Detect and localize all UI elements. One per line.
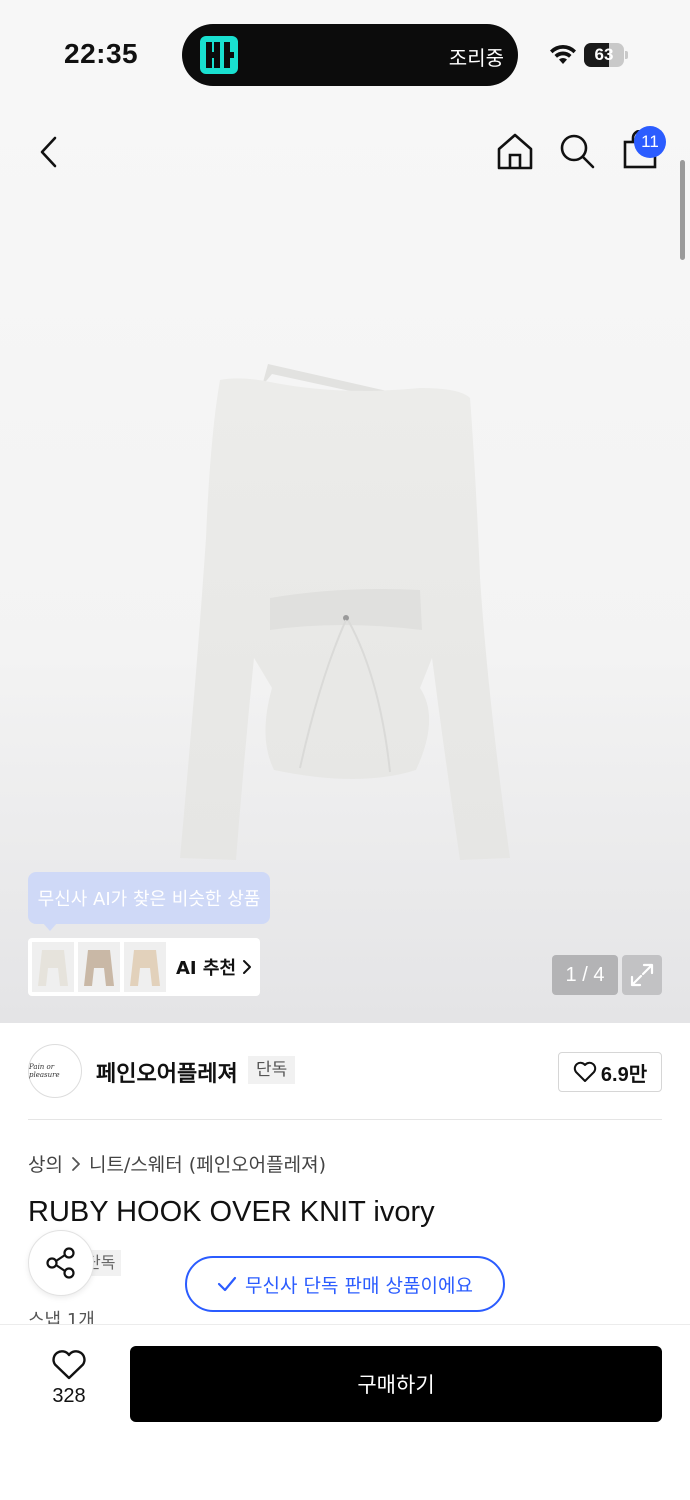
brand-row: Pain or pleasure 페인오어플레져 단독 6.9만: [28, 1040, 662, 1104]
home-button[interactable]: [494, 130, 536, 172]
thumbnail-image: [38, 950, 68, 986]
home-icon: [497, 133, 533, 170]
chevron-right-icon: [243, 960, 252, 974]
ai-tooltip: 무신사 AI가 찾은 비슷한 상품: [28, 872, 270, 924]
expand-icon: [630, 963, 654, 987]
heart-icon: [52, 1350, 86, 1380]
exclusive-notice-pill: 무신사 단독 판매 상품이에요: [185, 1256, 505, 1312]
breadcrumb: 상의 니트/스웨터 (페인오어플레져): [28, 1150, 326, 1177]
brand-name[interactable]: 페인오어플레져: [96, 1056, 238, 1088]
dynamic-island[interactable]: 조리중: [182, 24, 518, 86]
ai-recommend-label: AI 추천: [176, 958, 237, 979]
divider: [28, 1119, 662, 1120]
ai-recommendation-card[interactable]: AI 추천: [28, 938, 260, 996]
clock-time: 22:35: [64, 38, 139, 69]
breadcrumb-item[interactable]: 니트/스웨터 (페인오어플레져): [89, 1150, 326, 1177]
wishlist-button[interactable]: 328: [36, 1349, 102, 1419]
app-logo-icon: [200, 36, 238, 74]
wifi-icon: [550, 44, 576, 64]
ai-thumbnail[interactable]: [32, 942, 74, 992]
brand-like-count: 6.9만: [600, 1063, 648, 1086]
thumbnail-image: [84, 950, 114, 986]
brand-logo[interactable]: Pain or pleasure: [28, 1044, 82, 1098]
search-icon: [560, 134, 595, 169]
search-button[interactable]: [556, 130, 598, 172]
chevron-left-icon: [40, 136, 57, 168]
share-icon: [46, 1247, 75, 1279]
expand-image-button[interactable]: [622, 955, 662, 995]
status-bar: 22:35 조리중 63: [0, 0, 690, 110]
battery-level: 63: [594, 45, 614, 64]
exclusive-notice-text: 무신사 단독 판매 상품이에요: [245, 1274, 473, 1297]
bottom-action-bar: 328 구매하기: [0, 1324, 690, 1500]
image-page-indicator: 1 / 4: [552, 955, 618, 995]
brand-exclusive-tag: 단독: [248, 1056, 296, 1084]
battery-body: 63: [584, 43, 624, 67]
battery-indicator: 63: [584, 43, 628, 67]
breadcrumb-item[interactable]: 상의: [28, 1150, 63, 1177]
product-gallery[interactable]: 11 무신사 AI가 찾은 비슷한 상품 AI 추천 1 / 4: [0, 110, 690, 1023]
share-button[interactable]: [28, 1230, 94, 1296]
cart-count-badge: 11: [634, 126, 666, 158]
buy-button[interactable]: 구매하기: [130, 1346, 662, 1422]
back-button[interactable]: [28, 132, 68, 172]
scrollbar[interactable]: [680, 160, 685, 260]
wishlist-count: 328: [52, 1385, 86, 1407]
battery-tip: [625, 51, 628, 59]
brand-logo-text: Pain or pleasure: [29, 1063, 60, 1079]
breadcrumb-separator-icon: [71, 1156, 81, 1172]
thumbnail-image: [130, 950, 160, 986]
ai-thumbnail[interactable]: [78, 942, 120, 992]
live-activity-text: 조리중: [448, 46, 504, 70]
product-image[interactable]: [170, 358, 520, 868]
product-title: RUBY HOOK OVER KNIT ivory: [28, 1196, 435, 1228]
ai-thumbnail[interactable]: [124, 942, 166, 992]
heart-icon: [573, 1061, 597, 1082]
ai-tooltip-tail: [42, 922, 58, 931]
snap-count[interactable]: 스냅 1개: [28, 1306, 95, 1324]
brand-like-button[interactable]: 6.9만: [558, 1052, 662, 1092]
check-icon: [217, 1276, 237, 1292]
